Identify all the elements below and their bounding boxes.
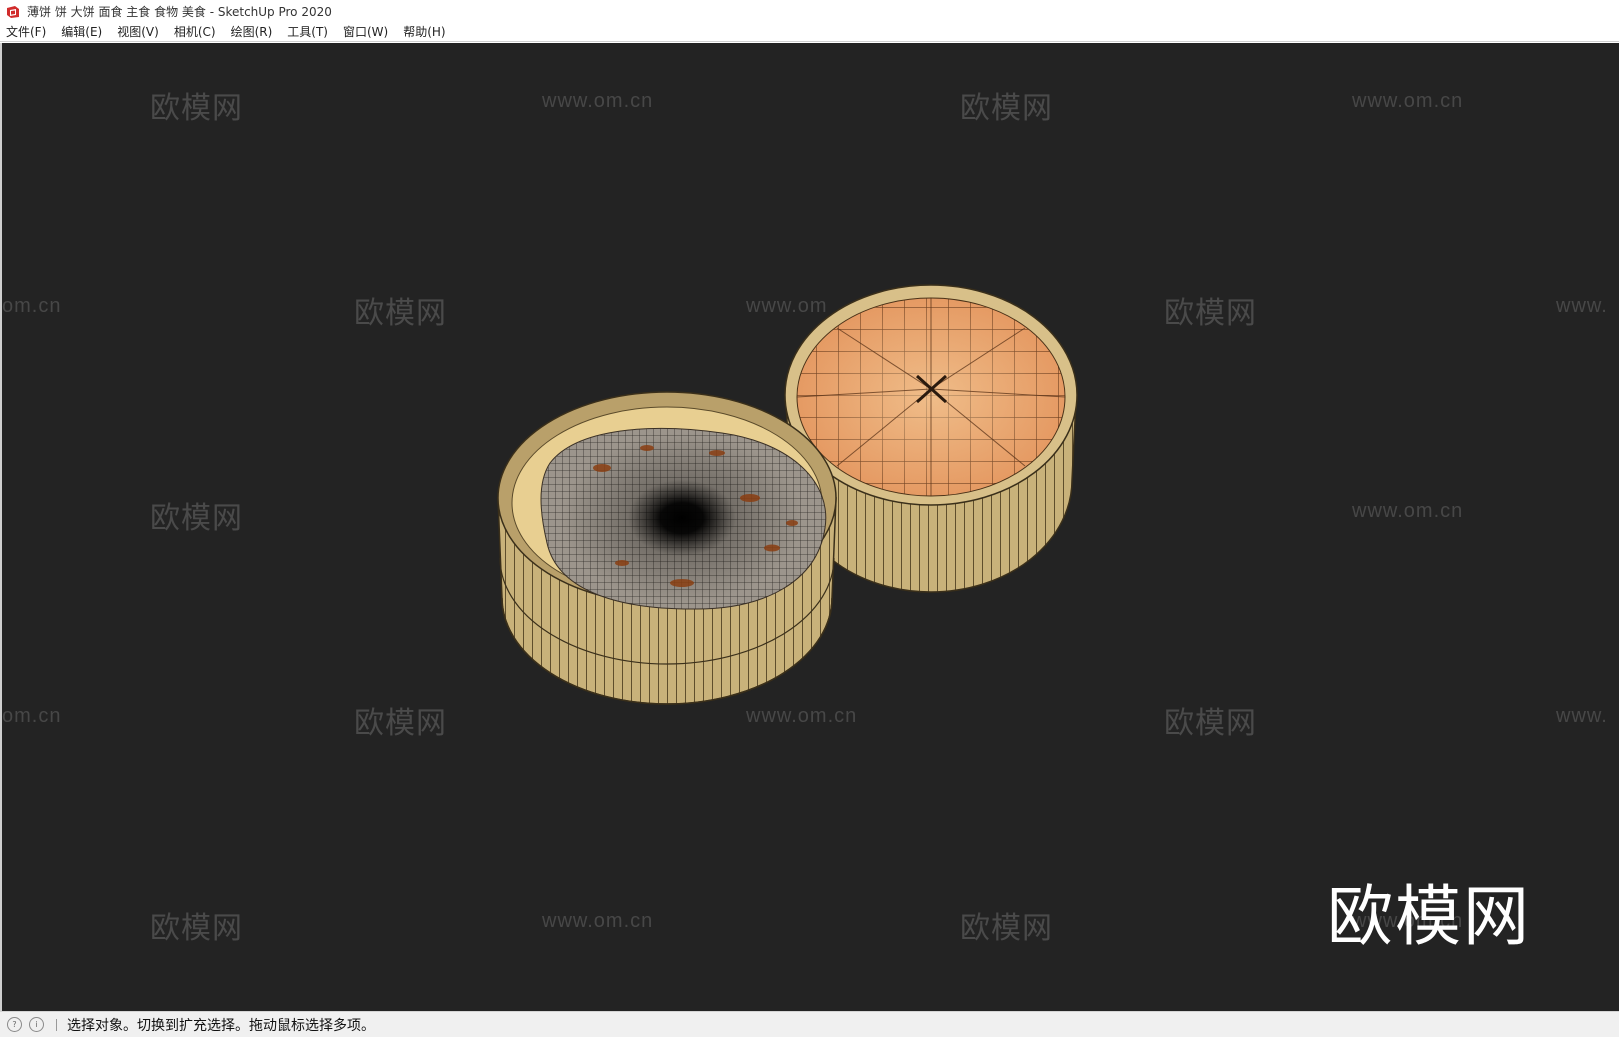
status-message: 选择对象。切换到扩充选择。拖动鼠标选择多项。 [67,1017,375,1034]
steamer-base[interactable] [497,391,837,705]
menu-window[interactable]: 窗口(W) [343,23,388,40]
menu-edit[interactable]: 编辑(E) [61,23,102,40]
sketchup-logo-icon [6,4,20,18]
menu-bar: 文件(F) 编辑(E) 视图(V) 相机(C) 绘图(R) 工具(T) 窗口(W… [0,22,1619,42]
menu-file[interactable]: 文件(F) [6,23,46,40]
status-separator [56,1018,57,1031]
menu-tools[interactable]: 工具(T) [287,23,328,40]
status-bar: ? i 选择对象。切换到扩充选择。拖动鼠标选择多项。 [0,1011,1619,1037]
title-bar: 薄饼 饼 大饼 面食 主食 食物 美食 - SketchUp Pro 2020 [0,0,1619,22]
info-icon[interactable]: i [29,1017,44,1032]
model-viewport[interactable]: 欧模网 www.om.cn 欧模网 www.om.cn om.cn 欧模网 ww… [0,43,1619,1011]
menu-camera[interactable]: 相机(C) [174,23,216,40]
menu-draw[interactable]: 绘图(R) [231,23,273,40]
menu-help[interactable]: 帮助(H) [403,23,445,40]
menu-view[interactable]: 视图(V) [117,23,159,40]
window-title: 薄饼 饼 大饼 面食 主食 食物 美食 - SketchUp Pro 2020 [27,4,332,19]
geo-location-icon[interactable]: ? [7,1017,22,1032]
om-logo: 欧模网 [1327,878,1531,955]
